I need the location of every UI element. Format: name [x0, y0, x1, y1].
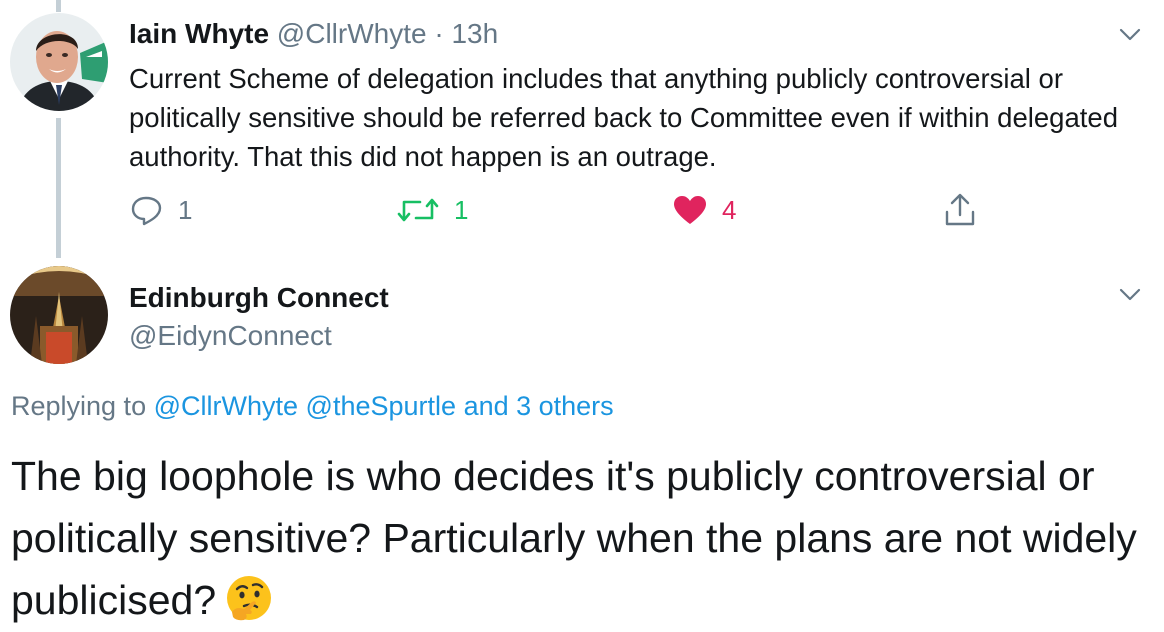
share-upload-icon	[945, 193, 975, 226]
mention-link[interactable]: @CllrWhyte	[154, 391, 298, 421]
tweet2-text-container: The big loophole is who decides it's pub…	[11, 445, 1156, 631]
mention-link[interactable]: @theSpurtle	[306, 391, 457, 421]
retweet-button[interactable]: 1	[396, 194, 468, 226]
retweet-count: 1	[454, 194, 469, 225]
author-name[interactable]: Edinburgh Connect	[129, 281, 389, 315]
share-button[interactable]	[944, 193, 976, 226]
replying-prefix: Replying to	[11, 391, 147, 421]
author-name[interactable]: Iain Whyte	[129, 18, 269, 49]
header-separator: ·	[434, 18, 444, 49]
tweet1-header: Iain Whyte @CllrWhyte · 13h	[129, 17, 498, 51]
retweet-arrows-icon	[397, 198, 439, 222]
reply-button[interactable]: 1	[130, 194, 192, 226]
like-button[interactable]: 4	[672, 194, 736, 226]
tweet1-text: Current Scheme of delegation includes th…	[129, 63, 1118, 172]
thread-line-top	[56, 0, 61, 12]
author-handle[interactable]: @EidynConnect	[129, 319, 332, 353]
tweet-timestamp[interactable]: 13h	[451, 18, 498, 49]
avatar-edinburgh-connect[interactable]	[10, 266, 108, 364]
speech-bubble-icon	[131, 196, 162, 226]
thinking-face-emoji	[224, 574, 274, 624]
others-link[interactable]: and 3 others	[464, 391, 614, 421]
replying-to-line: Replying to @CllrWhyte @theSpurtle and 3…	[11, 389, 614, 423]
heart-icon	[674, 196, 706, 224]
chevron-down-icon[interactable]	[1117, 24, 1143, 44]
tweet2-text: The big loophole is who decides it's pub…	[11, 453, 1137, 623]
avatar-iain-whyte[interactable]	[10, 13, 108, 111]
like-count: 4	[722, 194, 737, 225]
reply-count: 1	[178, 194, 193, 225]
thread-line-connector	[56, 118, 61, 258]
chevron-down-icon[interactable]	[1117, 284, 1143, 304]
author-handle[interactable]: @CllrWhyte	[277, 18, 427, 49]
